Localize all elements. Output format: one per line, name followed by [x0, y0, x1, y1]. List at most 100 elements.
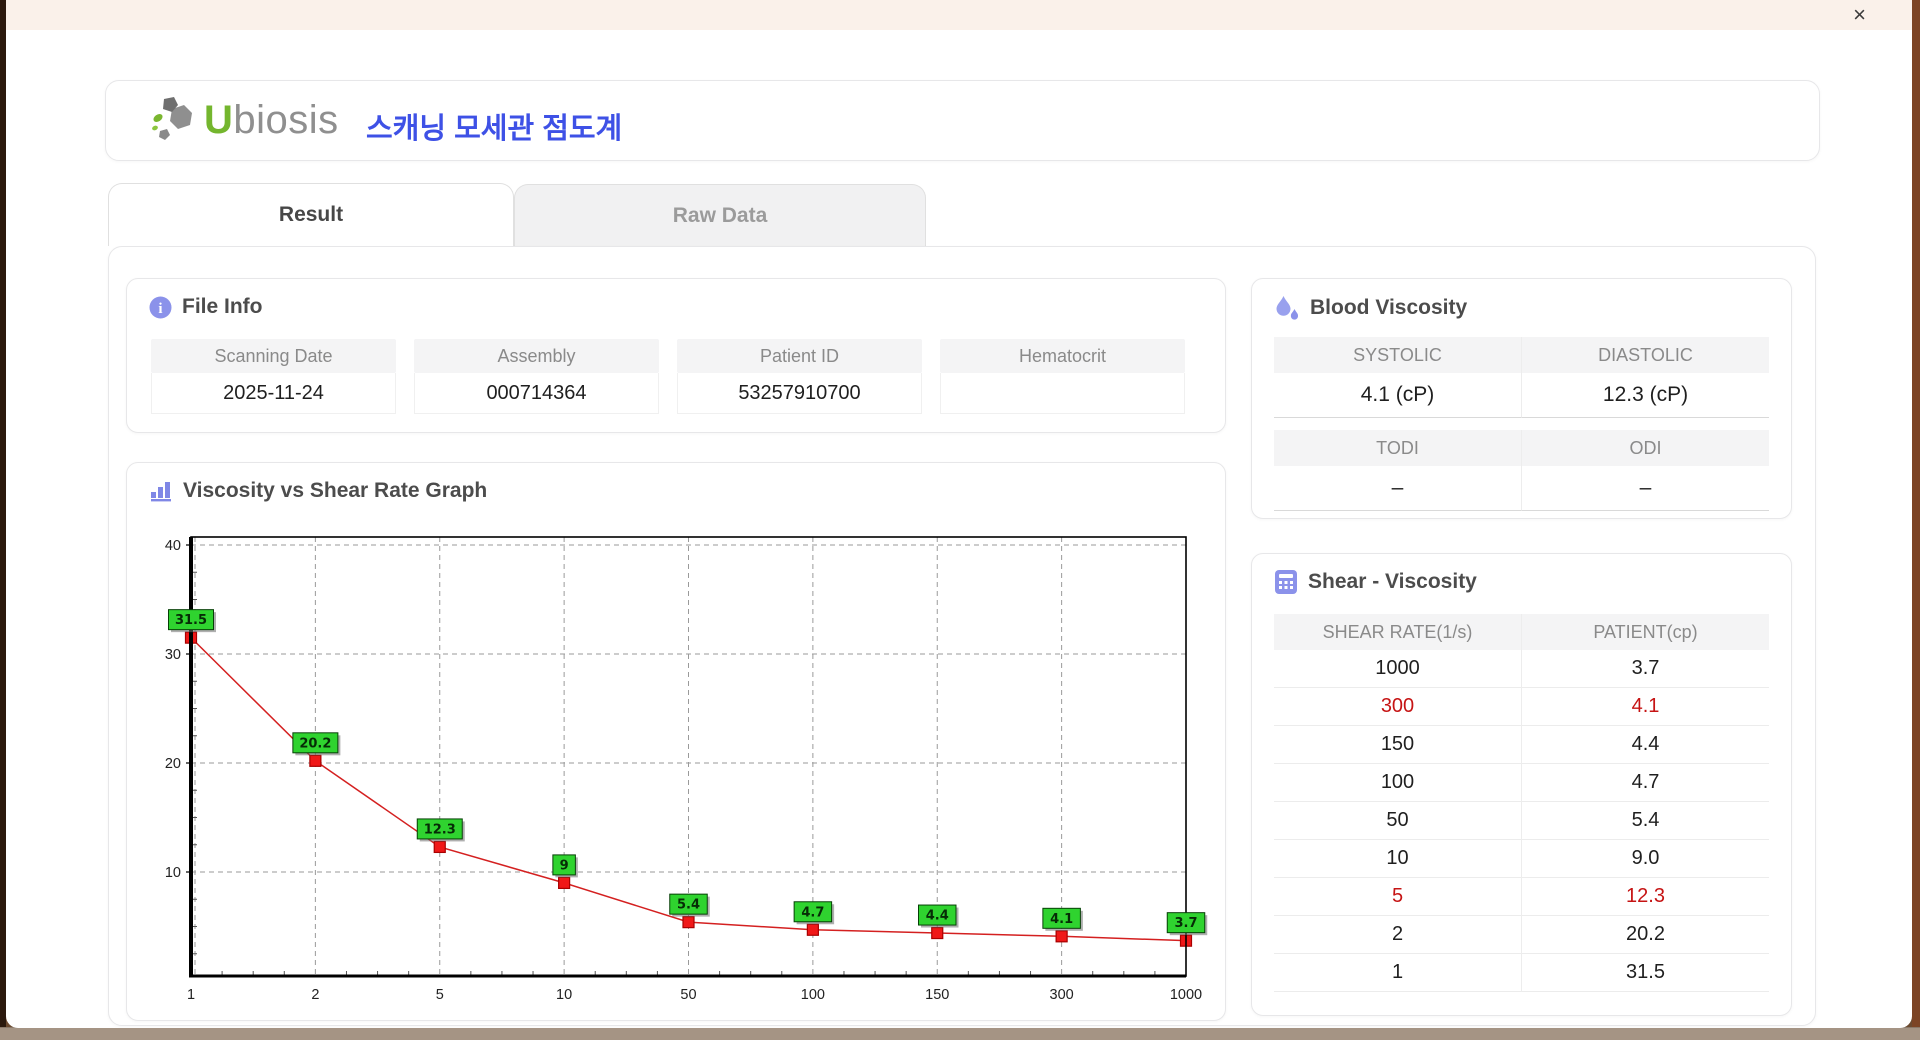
data-point-label: 5.4: [677, 898, 700, 913]
x-axis-tick-label: 10: [556, 987, 572, 1003]
shear-rate-cell: 150: [1274, 726, 1522, 764]
shear-viscosity-title: Shear - Viscosity: [1308, 570, 1477, 593]
y-axis-tick-label: 20: [165, 756, 181, 772]
calculator-icon: [1275, 570, 1297, 594]
logo: Ubiosis: [150, 95, 339, 145]
table-row: 10 9.0: [1274, 840, 1769, 878]
window-titlebar: ×: [6, 0, 1912, 30]
blood-viscosity-table: SYSTOLIC DIASTOLIC 4.1 (cP) 12.3 (cP) TODI OD…: [1274, 337, 1769, 511]
ubiosis-logo-icon: [152, 97, 192, 140]
field-label: Hematocrit: [940, 339, 1185, 373]
shear-rate-cell: 1: [1274, 954, 1522, 992]
app-window: × Ubiosis 스캐닝 모세관 점도계 Result Raw Data i: [6, 0, 1912, 1028]
data-point-label: 31.5: [175, 613, 207, 628]
shear-rate-cell: 10: [1274, 840, 1522, 878]
patient-viscosity-cell: 4.1: [1522, 688, 1769, 726]
column-header: DIASTOLIC: [1522, 337, 1769, 373]
column-header: PATIENT(cp): [1522, 614, 1769, 650]
value-cell: 4.1 (cP): [1274, 373, 1522, 418]
data-point-marker: [682, 916, 695, 929]
table-row: 1 31.5: [1274, 954, 1769, 992]
info-icon: i: [149, 296, 172, 318]
blood-viscosity-card: Blood Viscosity SYSTOLIC DIASTOLIC 4.1 (cP…: [1251, 278, 1792, 519]
data-point-label: 3.7: [1174, 916, 1197, 931]
field-label: Assembly: [414, 339, 659, 373]
file-info-field: Hematocrit: [940, 339, 1185, 414]
close-icon[interactable]: ×: [1853, 2, 1866, 28]
x-axis-tick-label: 1: [187, 987, 195, 1003]
shear-viscosity-card: Shear - Viscosity SHEAR RATE(1/s) PATIENT…: [1251, 553, 1792, 1016]
value-row: 4.1 (cP) 12.3 (cP): [1274, 373, 1769, 418]
logo-text: Ubiosis: [204, 97, 339, 142]
x-axis-tick-label: 50: [680, 987, 696, 1003]
field-label: Patient ID: [677, 339, 922, 373]
viscosity-shear-rate-chart: 31.5 20.2 12.3 9 5.4 4.7 4.4 4.1 3.7 10 20 30 40 1 2 5 1…: [165, 536, 1208, 1003]
value-cell: –: [1522, 466, 1769, 511]
x-axis-tick-label: 100: [801, 987, 825, 1003]
data-point-marker: [1055, 930, 1068, 943]
data-point-marker: [806, 923, 819, 936]
patient-viscosity-cell: 4.4: [1522, 726, 1769, 764]
data-point-marker: [558, 876, 571, 889]
shear-rate-cell: 1000: [1274, 650, 1522, 688]
field-value: 2025-11-24: [151, 373, 396, 414]
value-row: – –: [1274, 466, 1769, 511]
header-row: SHEAR RATE(1/s) PATIENT(cp): [1274, 614, 1769, 650]
shear-rate-cell: 300: [1274, 688, 1522, 726]
header-card: Ubiosis 스캐닝 모세관 점도계: [105, 80, 1820, 161]
patient-viscosity-cell: 4.7: [1522, 764, 1769, 802]
data-point-label: 9: [560, 858, 569, 873]
field-value: 53257910700: [677, 373, 922, 414]
x-axis-tick-label: 300: [1050, 987, 1074, 1003]
desktop-edge-right: [1912, 0, 1920, 1040]
patient-viscosity-cell: 9.0: [1522, 840, 1769, 878]
file-info-grid: Scanning Date 2025-11-24 Assembly 000714364…: [151, 339, 1185, 414]
file-info-title: File Info: [182, 295, 263, 318]
shear-rate-cell: 2: [1274, 916, 1522, 954]
data-point-marker: [309, 754, 322, 767]
table-row: 1000 3.7: [1274, 650, 1769, 688]
data-point-marker: [931, 926, 944, 940]
table-row: 50 5.4: [1274, 802, 1769, 840]
column-header: SHEAR RATE(1/s): [1274, 614, 1522, 650]
table-row: 300 4.1: [1274, 688, 1769, 726]
value-cell: –: [1274, 466, 1522, 511]
screen: { "window": { "close_label": "×" }, "hea…: [0, 0, 1920, 1040]
x-axis-tick-label: 2: [311, 987, 319, 1003]
data-point-marker: [433, 840, 446, 854]
patient-viscosity-cell: 12.3: [1522, 878, 1769, 916]
file-info-field: Assembly 000714364: [414, 339, 659, 414]
header-row: TODI ODI: [1274, 430, 1769, 466]
x-axis-tick-label: 150: [925, 987, 949, 1003]
shear-rate-cell: 50: [1274, 802, 1522, 840]
tab-result[interactable]: Result: [108, 183, 514, 246]
file-info-card: i File Info Scanning Date 2025-11-24 Assem…: [126, 278, 1226, 433]
file-info-field: Patient ID 53257910700: [677, 339, 922, 414]
y-axis-tick-label: 40: [165, 538, 181, 554]
droplet-icon: [1276, 296, 1299, 320]
blood-viscosity-title: Blood Viscosity: [1310, 296, 1468, 319]
field-value: 000714364: [414, 373, 659, 414]
data-point-label: 4.4: [926, 909, 949, 924]
table-row: 2 20.2: [1274, 916, 1769, 954]
data-point-label: 4.1: [1050, 912, 1073, 927]
shear-rate-cell: 100: [1274, 764, 1522, 802]
tab-raw-data[interactable]: Raw Data: [514, 184, 926, 247]
table-row: 150 4.4: [1274, 726, 1769, 764]
x-axis-tick-label: 5: [436, 987, 444, 1003]
data-point-label: 4.7: [801, 905, 824, 920]
graph-card: Viscosity vs Shear Rate Graph 31.5 20.2 12…: [126, 462, 1226, 1021]
table-row: 5 12.3: [1274, 878, 1769, 916]
file-info-field: Scanning Date 2025-11-24: [151, 339, 396, 414]
patient-viscosity-cell: 31.5: [1522, 954, 1769, 992]
column-header: TODI: [1274, 430, 1522, 466]
data-point-label: 12.3: [424, 822, 456, 837]
shear-viscosity-table: SHEAR RATE(1/s) PATIENT(cp) 1000 3.7 300 4.1 1…: [1274, 614, 1769, 992]
y-axis-tick-label: 10: [165, 865, 181, 881]
patient-viscosity-cell: 20.2: [1522, 916, 1769, 954]
header-row: SYSTOLIC DIASTOLIC: [1274, 337, 1769, 373]
app-title: 스캐닝 모세관 점도계: [366, 113, 623, 145]
field-label: Scanning Date: [151, 339, 396, 373]
y-axis-tick-label: 30: [165, 647, 181, 663]
column-header: SYSTOLIC: [1274, 337, 1522, 373]
